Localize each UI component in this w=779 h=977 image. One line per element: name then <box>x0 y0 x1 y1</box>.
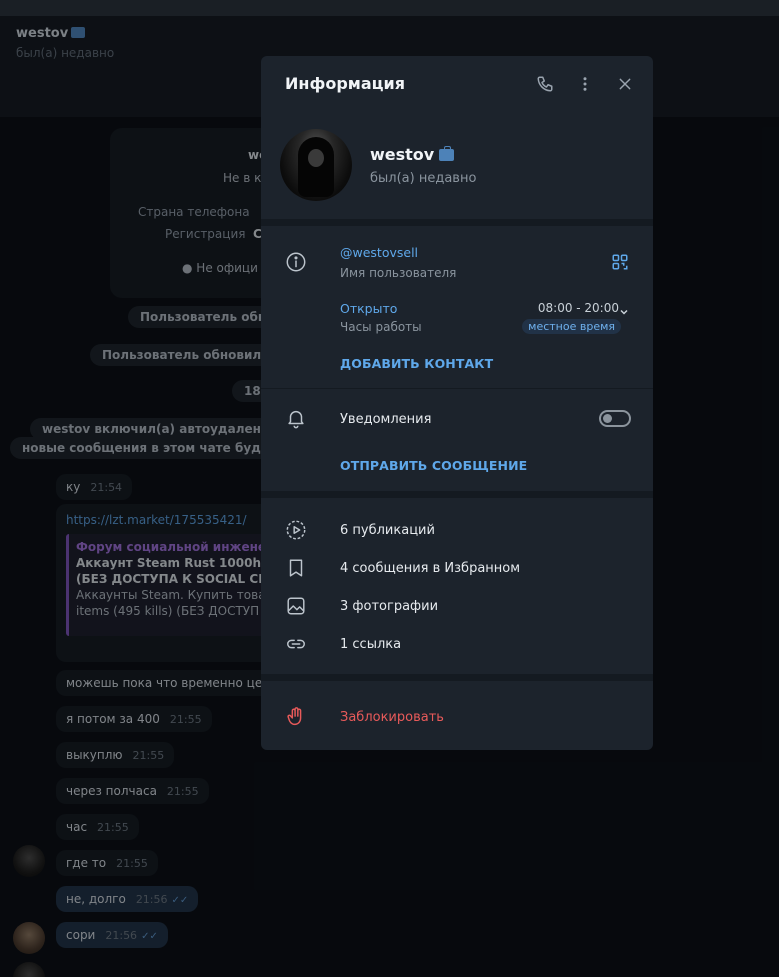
close-icon[interactable] <box>613 72 637 96</box>
user-info-panel: Информация westov был(а) недавно @westov… <box>261 56 653 750</box>
bell-icon <box>285 407 307 429</box>
more-menu-icon[interactable] <box>573 72 597 96</box>
username-label: Имя пользователя <box>340 266 457 280</box>
hours-label: Часы работы <box>340 320 422 334</box>
business-badge-icon <box>439 146 455 161</box>
section-divider <box>261 674 653 681</box>
call-icon[interactable] <box>533 72 557 96</box>
section-divider <box>261 491 653 498</box>
media-icon <box>285 519 307 541</box>
profile-name: westov <box>370 145 455 164</box>
media-links[interactable]: 1 ссылка <box>340 637 401 652</box>
section-divider <box>261 219 653 226</box>
notifications-label: Уведомления <box>340 412 432 427</box>
send-message-button[interactable]: ОТПРАВИТЬ СООБЩЕНИЕ <box>340 458 527 473</box>
hours-value[interactable]: 08:00 - 20:00 <box>538 301 619 315</box>
timezone-badge[interactable]: местное время <box>522 319 621 334</box>
chevron-down-icon[interactable] <box>619 302 629 315</box>
link-icon <box>285 633 307 655</box>
profile-status: был(а) недавно <box>370 171 477 186</box>
media-photos[interactable]: 3 фотографии <box>340 599 438 614</box>
hours-status[interactable]: Открыто <box>340 301 397 316</box>
photo-icon <box>285 595 307 617</box>
qr-code-icon[interactable] <box>611 253 629 271</box>
profile-avatar[interactable] <box>280 129 352 201</box>
media-publications[interactable]: 6 публикаций <box>340 523 435 538</box>
info-icon <box>285 251 307 273</box>
bookmark-icon <box>285 557 307 579</box>
block-button[interactable]: Заблокировать <box>340 710 444 725</box>
media-saved-messages[interactable]: 4 сообщения в Избранном <box>340 561 520 576</box>
notifications-toggle[interactable] <box>599 410 631 427</box>
block-hand-icon <box>285 706 307 728</box>
panel-title: Информация <box>285 74 405 93</box>
add-contact-button[interactable]: ДОБАВИТЬ КОНТАКТ <box>340 356 493 371</box>
username-link[interactable]: @westovsell <box>340 245 418 260</box>
divider <box>261 388 653 389</box>
